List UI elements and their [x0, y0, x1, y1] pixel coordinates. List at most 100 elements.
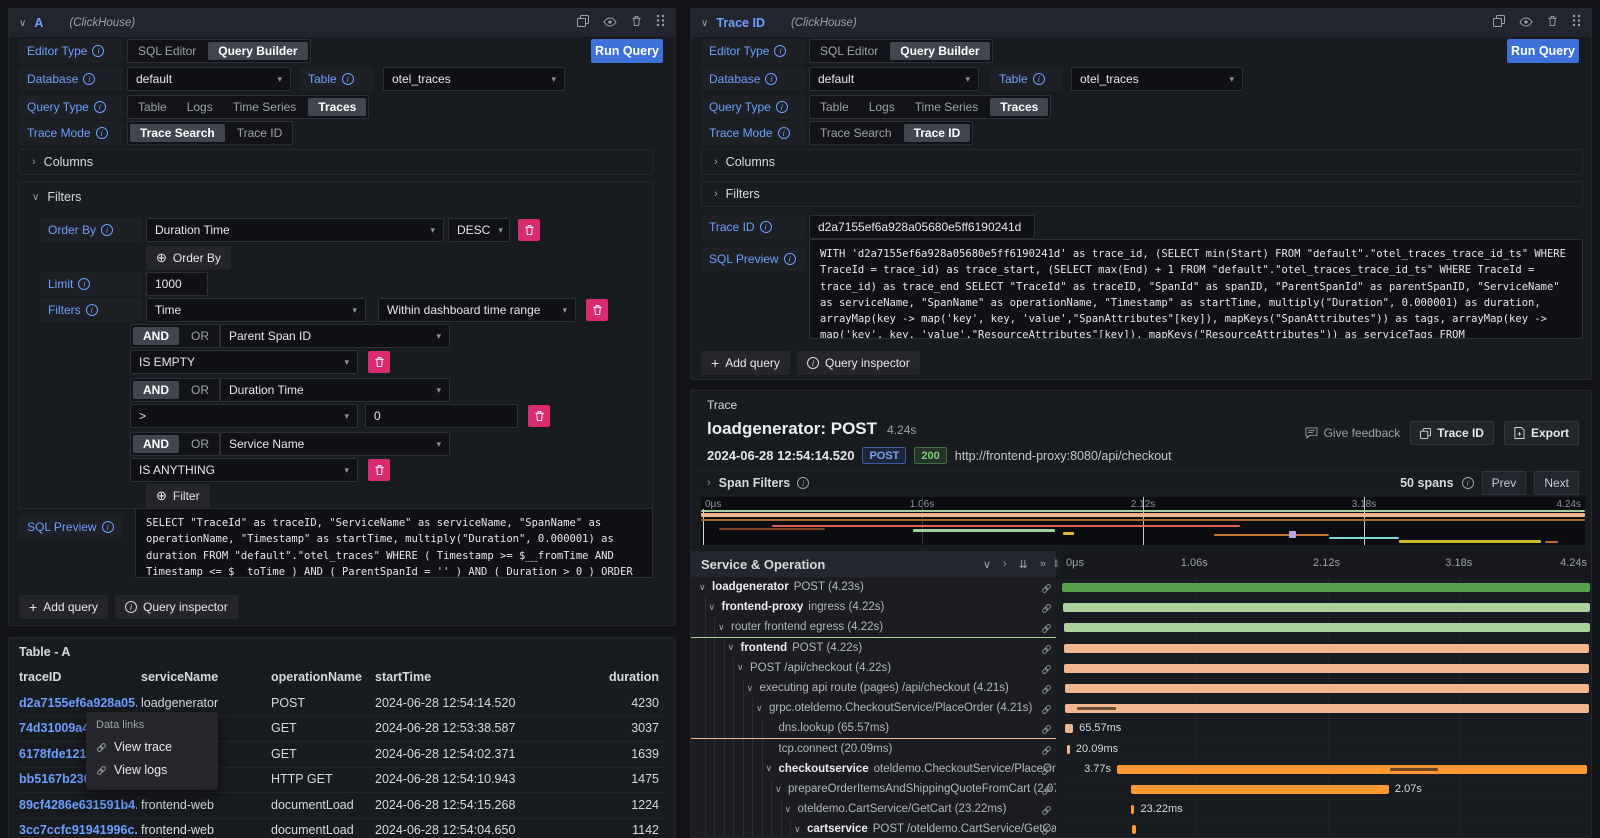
span-duration-bar[interactable] [1062, 583, 1590, 592]
span-bar-cell[interactable] [1062, 678, 1591, 699]
drag-handle-icon[interactable] [656, 14, 665, 32]
span-link-icon[interactable] [1041, 642, 1052, 659]
order-by-direction-select[interactable]: DESC▾ [448, 218, 510, 242]
filter-field-select[interactable]: Time▾ [146, 298, 366, 322]
info-icon[interactable]: i [86, 304, 98, 316]
span-link-icon[interactable] [1041, 682, 1052, 699]
chevron-down-icon[interactable]: ∨ [794, 824, 807, 835]
chevron-right-icon[interactable]: › [707, 477, 711, 489]
query-type-logs[interactable]: Logs [177, 96, 223, 118]
span-name-cell[interactable]: ∨frontendPOST (4.22s) [691, 638, 1056, 659]
col-duration[interactable]: duration [609, 670, 659, 684]
remove-filter-button[interactable] [528, 405, 550, 427]
chevron-down-icon[interactable]: ∨ [699, 582, 712, 593]
add-query-button[interactable]: +Add query [19, 595, 108, 619]
span-bar-cell[interactable] [1062, 658, 1591, 679]
span-row[interactable]: ∨executing api route (pages) /api/checko… [691, 678, 1591, 699]
filter-value-select[interactable]: Within dashboard time range▾ [378, 298, 576, 322]
run-query-button[interactable]: Run Query [591, 39, 663, 63]
info-icon[interactable]: i [101, 224, 113, 236]
info-icon[interactable]: i [760, 221, 772, 233]
span-bar-cell[interactable]: 23.22ms [1062, 799, 1591, 820]
filters-collapse[interactable]: ›Filters [701, 181, 1583, 207]
span-bar-cell[interactable] [1062, 577, 1591, 598]
view-trace-link[interactable]: View trace [96, 740, 208, 754]
span-row[interactable]: ∨loadgeneratorPOST (4.23s) [691, 577, 1591, 598]
columns-collapse[interactable]: ›Columns [701, 149, 1583, 175]
filter-operator-select[interactable]: IS EMPTY▾ [130, 350, 358, 374]
trace-mode-toggle[interactable]: Trace Search Trace ID [127, 121, 293, 145]
query-type-logs[interactable]: Logs [859, 96, 905, 118]
span-duration-bar[interactable] [1064, 664, 1589, 673]
info-icon[interactable]: i [765, 73, 777, 85]
trash-icon[interactable] [1547, 14, 1558, 32]
expand-one-icon[interactable]: › [1003, 558, 1007, 571]
and-or-toggle[interactable]: ANDOR [130, 432, 220, 456]
info-icon[interactable]: i [774, 45, 786, 57]
info-icon[interactable]: i [1462, 477, 1474, 489]
span-name-cell[interactable]: tcp.connect (20.09ms) [691, 739, 1056, 760]
span-name-cell[interactable]: dns.lookup (65.57ms) [691, 718, 1056, 739]
span-row[interactable]: ∨POST /api/checkout (4.22s) [691, 658, 1591, 679]
duplicate-icon[interactable] [1493, 14, 1505, 32]
span-row[interactable]: tcp.connect (20.09ms)20.09ms [691, 739, 1591, 760]
span-row[interactable]: ∨router frontend egress (4.22s) [691, 617, 1591, 638]
sql-preview[interactable]: SELECT "TraceId" as traceID, "ServiceNam… [135, 508, 653, 578]
info-icon[interactable]: i [784, 253, 796, 265]
or-option[interactable]: OR [181, 433, 219, 455]
query-inspector-button[interactable]: iQuery inspector [115, 595, 238, 619]
span-duration-bar[interactable] [1065, 724, 1073, 733]
database-select[interactable]: default▾ [127, 67, 291, 91]
export-button[interactable]: Export [1504, 421, 1579, 445]
span-bar-cell[interactable] [1062, 819, 1591, 837]
trace-id-link[interactable]: 3cc7ccfc91941996c... [19, 823, 137, 837]
query-type-traces[interactable]: Traces [308, 98, 366, 116]
filter-operator-select[interactable]: >▾ [130, 404, 358, 428]
span-name-cell[interactable]: ∨checkoutserviceoteldemo.CheckoutService… [691, 759, 1056, 780]
span-link-icon[interactable] [1041, 662, 1052, 679]
sql-preview[interactable]: WITH 'd2a7155ef6a928a05680e5ff6190241d' … [809, 239, 1583, 339]
query-type-table[interactable]: Table [128, 96, 177, 118]
trace-mode-id[interactable]: Trace ID [904, 124, 971, 142]
expand-all-icon[interactable]: » [1040, 558, 1046, 571]
col-servicename[interactable]: serviceName [141, 670, 218, 684]
trace-id-input[interactable]: d2a7155ef6a928a05680e5ff6190241d [809, 215, 1035, 239]
eye-icon[interactable] [1519, 14, 1533, 32]
and-option[interactable]: AND [133, 381, 179, 399]
chevron-down-icon[interactable]: ∨ [709, 602, 722, 613]
chevron-down-icon[interactable]: ∨ [701, 18, 708, 29]
sql-editor-option[interactable]: SQL Editor [810, 40, 888, 62]
span-link-icon[interactable] [1041, 763, 1052, 780]
span-duration-bar[interactable] [1065, 684, 1590, 693]
info-icon[interactable]: i [778, 127, 790, 139]
filter-field-select[interactable]: Duration Time▾ [220, 378, 450, 402]
info-icon[interactable]: i [94, 101, 106, 113]
sql-editor-option[interactable]: SQL Editor [128, 40, 206, 62]
and-option[interactable]: AND [133, 435, 179, 453]
span-link-icon[interactable] [1041, 803, 1052, 820]
add-filter-button[interactable]: ⊕Filter [146, 484, 210, 508]
span-link-icon[interactable] [1041, 823, 1052, 837]
remove-filter-button[interactable] [368, 351, 390, 373]
database-select[interactable]: default▾ [809, 67, 979, 91]
chevron-down-icon[interactable]: ∨ [19, 18, 26, 29]
table-select[interactable]: otel_traces▾ [383, 67, 565, 91]
span-name-cell[interactable]: ∨loadgeneratorPOST (4.23s) [691, 577, 1056, 598]
chevron-down-icon[interactable]: ∨ [756, 703, 769, 714]
span-row[interactable]: ∨frontend-proxyingress (4.22s) [691, 597, 1591, 618]
drag-handle-icon[interactable] [1572, 14, 1581, 32]
query-type-table[interactable]: Table [810, 96, 859, 118]
query-type-toggle[interactable]: Table Logs Time Series Traces [127, 95, 369, 119]
query-builder-option[interactable]: Query Builder [890, 42, 989, 60]
trace-mode-id[interactable]: Trace ID [227, 122, 293, 144]
span-link-icon[interactable] [1041, 581, 1052, 598]
span-link-icon[interactable] [1041, 722, 1052, 739]
span-name-cell[interactable]: ∨oteldemo.CartService/GetCart (23.22ms) [691, 799, 1056, 820]
span-row[interactable]: ∨oteldemo.CartService/GetCart (23.22ms) 2… [691, 799, 1591, 820]
trace-mode-toggle[interactable]: Trace Search Trace ID [809, 121, 973, 145]
span-link-icon[interactable] [1041, 702, 1052, 719]
info-icon[interactable]: i [92, 45, 104, 57]
span-duration-bar[interactable] [1117, 765, 1587, 774]
span-bar-cell[interactable] [1062, 638, 1591, 659]
span-bar-cell[interactable] [1062, 597, 1591, 618]
